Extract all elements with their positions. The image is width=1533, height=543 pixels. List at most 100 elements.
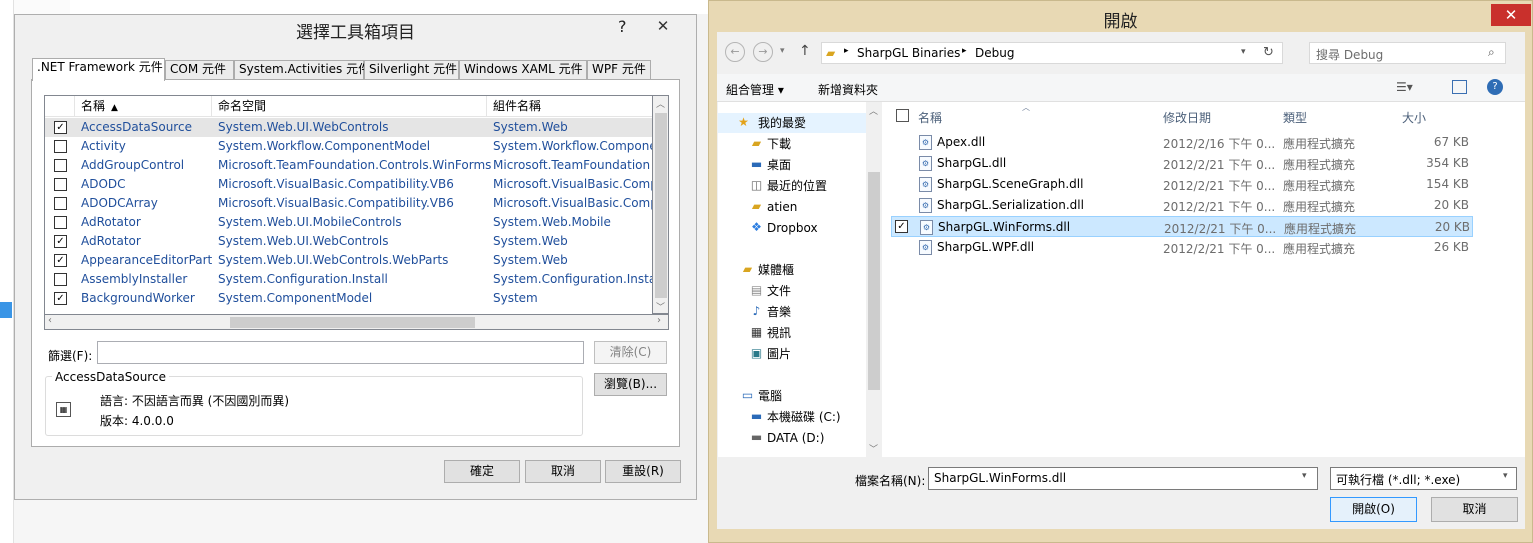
row-checkbox[interactable]: ✓ (54, 254, 67, 267)
help-icon[interactable]: ? (1487, 79, 1503, 95)
tab-windows-xaml[interactable]: Windows XAML 元件 (459, 60, 587, 79)
filetype-dropdown-icon[interactable]: ▾ (1503, 471, 1508, 481)
nav-data-disk[interactable]: ▬ DATA (D:) (751, 428, 825, 448)
address-dropdown-icon[interactable]: ▾ (1241, 47, 1246, 57)
table-row[interactable]: ✓ AdRotator System.Web.UI.WebControls Syste… (45, 232, 652, 251)
open-button[interactable]: 開啟(O) (1330, 497, 1417, 522)
breadcrumb-debug[interactable]: Debug (975, 46, 1014, 60)
view-options-icon[interactable]: ☰▾ (1396, 80, 1413, 94)
file-row[interactable]: ⚙ SharpGL.Serialization.dll 2012/2/21 下午 0… (891, 195, 1473, 216)
nav-recent[interactable]: ◫ 最近的位置 (751, 176, 827, 196)
address-bar[interactable]: ▰ ▸ SharpGL Binaries ▸ Debug ▾ ↻ (821, 42, 1283, 64)
tab-com[interactable]: COM 元件 (165, 60, 234, 79)
table-row[interactable]: Activity System.Workflow.ComponentModel Sy… (45, 137, 652, 156)
browse-button[interactable]: 瀏覽(B)... (594, 373, 667, 396)
table-row[interactable]: AssemblyInstaller System.Configuration.In… (45, 270, 652, 289)
list-vertical-scrollbar[interactable]: ︿ ﹀ (653, 95, 669, 314)
refresh-icon[interactable]: ↻ (1263, 45, 1274, 60)
navigation-scrollbar[interactable]: ︿ ﹀ (866, 102, 882, 457)
ok-button[interactable]: 確定 (444, 460, 520, 483)
nav-pictures[interactable]: ▣ 圖片 (751, 344, 791, 364)
help-icon[interactable]: ? (618, 17, 627, 36)
search-icon[interactable]: ⌕ (1488, 45, 1495, 60)
nav-music[interactable]: ♪ 音樂 (753, 302, 791, 322)
nav-videos[interactable]: ▦ 視訊 (751, 323, 791, 343)
row-checkbox[interactable] (54, 178, 67, 191)
row-checkbox[interactable]: ✓ (54, 235, 67, 248)
navigation-scroll-thumb[interactable] (868, 172, 880, 390)
row-checkbox[interactable] (54, 273, 67, 286)
toolbox-titlebar[interactable]: 選擇工具箱項目 ? ✕ (15, 15, 696, 45)
filename-dropdown-icon[interactable]: ▾ (1302, 471, 1307, 481)
tab-wpf[interactable]: WPF 元件 (587, 60, 651, 79)
organize-menu[interactable]: 組合管理 ▾ (726, 81, 784, 98)
header-assembly[interactable]: 組件名稱 (487, 96, 652, 117)
clear-button[interactable]: 清除(C) (594, 341, 667, 364)
new-folder-button[interactable]: 新增資料夾 (818, 81, 878, 98)
table-row[interactable]: ✓ AppearanceEditorPart System.Web.UI.WebCo… (45, 251, 652, 270)
nav-local-disk[interactable]: ▬ 本機磁碟 (C:) (751, 407, 841, 427)
list-horizontal-thumb[interactable] (230, 317, 475, 328)
filter-input[interactable] (97, 341, 584, 364)
nav-favorites[interactable]: ★ 我的最愛 (718, 113, 866, 133)
row-checkbox[interactable] (54, 216, 67, 229)
nav-documents[interactable]: ▤ 文件 (751, 281, 791, 301)
open-close-button[interactable]: ✕ (1491, 4, 1531, 26)
row-checkbox[interactable] (54, 140, 67, 153)
row-checkbox[interactable]: ✓ (54, 121, 67, 134)
scroll-right-icon[interactable]: › (657, 315, 661, 326)
component-list[interactable]: 名稱 ▲ 命名空間 組件名稱 ✓ AccessDataSource System.We… (44, 95, 653, 330)
breadcrumb-sharpgl-binaries[interactable]: SharpGL Binaries (857, 46, 960, 60)
file-row-checkbox[interactable]: ✓ (895, 220, 908, 233)
toolbox-close-button[interactable]: ✕ (641, 16, 685, 36)
nav-desktop[interactable]: ▬ 桌面 (751, 155, 791, 175)
header-name[interactable]: 名稱 ▲ (75, 96, 212, 117)
column-type[interactable]: 類型 (1283, 109, 1307, 126)
file-row[interactable]: ⚙ SharpGL.WPF.dll 2012/2/21 下午 0... 應用程式擴充 2… (891, 237, 1473, 258)
up-arrow-icon[interactable]: ↑ (799, 43, 811, 59)
file-row[interactable]: ⚙ SharpGL.dll 2012/2/21 下午 0... 應用程式擴充 354 K… (891, 153, 1473, 174)
scroll-up-icon[interactable]: ︿ (869, 104, 878, 117)
file-row[interactable]: ⚙ Apex.dll 2012/2/16 下午 0... 應用程式擴充 67 KB (891, 132, 1473, 153)
recent-locations-icon[interactable]: ▾ (780, 46, 785, 56)
table-row[interactable]: ✓ AccessDataSource System.Web.UI.WebContro… (45, 118, 652, 137)
column-date[interactable]: 修改日期 (1163, 109, 1211, 126)
tab-system-activities[interactable]: System.Activities 元件 (234, 60, 370, 79)
tab-silverlight[interactable]: Silverlight 元件 (364, 60, 459, 79)
nav-dropbox[interactable]: ❖ Dropbox (751, 218, 817, 238)
preview-pane-icon[interactable] (1452, 80, 1467, 94)
reset-button[interactable]: 重設(R) (605, 460, 681, 483)
row-checkbox[interactable] (54, 159, 67, 172)
scroll-up-icon[interactable]: ︿ (656, 97, 665, 110)
row-checkbox[interactable] (54, 197, 67, 210)
scroll-down-icon[interactable]: ﹀ (656, 300, 665, 313)
column-name[interactable]: 名稱 (918, 109, 942, 126)
nav-computer[interactable]: ▭ 電腦 (742, 386, 782, 406)
forward-arrow-icon[interactable]: → (753, 42, 773, 62)
filetype-select[interactable]: 可執行檔 (*.dll; *.exe) ▾ (1330, 467, 1517, 490)
table-row[interactable]: AddGroupControl Microsoft.TeamFoundation.… (45, 156, 652, 175)
nav-atien[interactable]: ▰ atien (752, 197, 798, 217)
toolbox-cancel-button[interactable]: 取消 (525, 460, 601, 483)
scroll-left-icon[interactable]: ‹ (48, 315, 52, 326)
open-cancel-button[interactable]: 取消 (1431, 497, 1518, 522)
header-namespace[interactable]: 命名空間 (212, 96, 487, 117)
back-arrow-icon[interactable]: ← (725, 42, 745, 62)
file-row[interactable]: ✓ ⚙ SharpGL.WinForms.dll 2012/2/21 下午 0... 應… (891, 216, 1473, 237)
list-horizontal-scrollbar[interactable]: ‹ › (44, 314, 669, 330)
select-all-checkbox[interactable] (896, 109, 909, 122)
table-row[interactable]: AdRotator System.Web.UI.MobileControls Sys… (45, 213, 652, 232)
file-row[interactable]: ⚙ SharpGL.SceneGraph.dll 2012/2/21 下午 0...… (891, 174, 1473, 195)
nav-libraries[interactable]: ▰ 媒體櫃 (743, 260, 794, 280)
scroll-down-icon[interactable]: ﹀ (869, 442, 878, 455)
table-row[interactable]: ADODCArray Microsoft.VisualBasic.Compatib… (45, 194, 652, 213)
nav-downloads[interactable]: ▰ 下載 (752, 134, 791, 154)
tab-net-framework[interactable]: .NET Framework 元件 (32, 58, 165, 81)
row-checkbox[interactable]: ✓ (54, 292, 67, 305)
search-box[interactable]: 搜尋 Debug ⌕ (1309, 42, 1506, 64)
table-row[interactable]: ADODC Microsoft.VisualBasic.Compatibility… (45, 175, 652, 194)
column-size[interactable]: 大小 (1402, 109, 1426, 126)
filename-combobox[interactable]: SharpGL.WinForms.dll ▾ (928, 467, 1318, 490)
list-vertical-thumb[interactable] (655, 113, 667, 298)
table-row[interactable]: ✓ BackgroundWorker System.ComponentModel Sy… (45, 289, 652, 308)
